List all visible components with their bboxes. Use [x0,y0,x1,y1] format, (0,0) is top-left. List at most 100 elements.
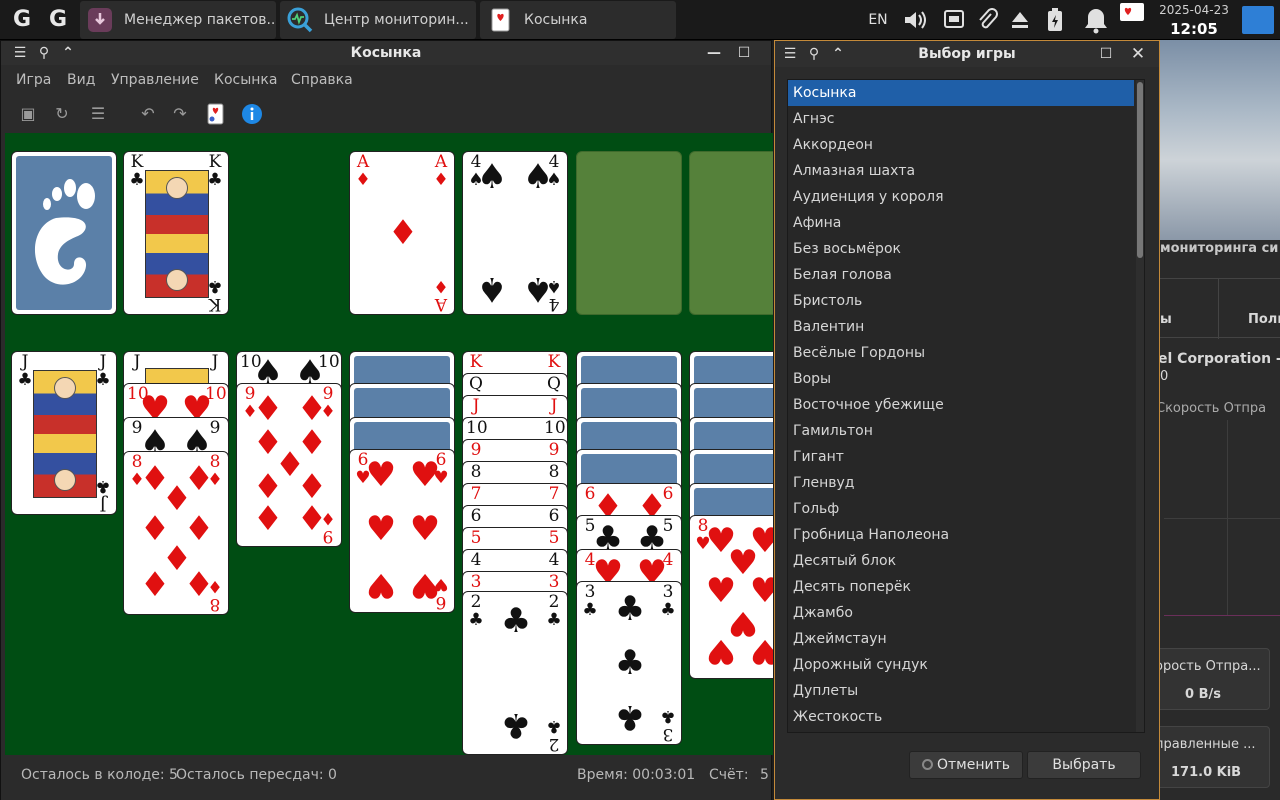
restart-icon[interactable]: ↻ [51,103,73,125]
suit-diamonds-icon: ♦ [433,276,449,296]
network-icon[interactable] [942,8,966,32]
card-two-clubs[interactable]: 2 ♣ 2 ♣ ♣ ♣ 2 ♣ [462,591,568,755]
game-list-item[interactable]: Джеймстаун [788,626,1134,652]
hint-card-icon[interactable] [205,103,227,125]
stock-pile[interactable] [11,151,117,315]
game-list-scrollbar[interactable] [1136,80,1144,732]
clock-time[interactable]: 12:05 [1157,20,1231,38]
card-jack-clubs[interactable]: J ♣ J ♣ J ♣ [11,351,117,515]
game-list-item[interactable]: Джамбо [788,600,1134,626]
minimize-icon[interactable]: — [705,44,723,62]
card-three-clubs[interactable]: 3 ♣ 3 ♣ ♣ ♣ ♣ 3 ♣ [576,581,682,745]
foundation-ace-diamonds[interactable]: A ♦ A ♦ ♦ A ♦ [349,151,455,315]
scrollbar-thumb[interactable] [1137,82,1143,258]
window-menu-icon[interactable]: ☰ [11,44,29,62]
column-header[interactable]: Полн [1248,312,1280,327]
game-list-item[interactable]: Дуплеты [788,678,1134,704]
close-icon[interactable]: ✕ [1129,45,1147,63]
window-menu-icon[interactable]: ☰ [781,45,799,63]
select-button[interactable]: Выбрать [1027,751,1141,779]
card-rank: J [472,396,480,416]
keep-above-icon[interactable]: ⌃ [59,44,77,62]
task-package-manager[interactable]: Менеджер пакетов... [80,1,276,39]
info-icon[interactable] [241,103,263,125]
elapsed-time-status: Время: 00:03:01 [577,767,696,783]
game-list-item[interactable]: Гольф [788,496,1134,522]
foundation-empty-slot[interactable] [689,151,773,315]
game-list-item[interactable]: Косынка [788,80,1134,106]
column-header[interactable]: ы [1160,312,1172,327]
task-solitaire[interactable]: Косынка [480,1,676,39]
game-list[interactable]: Косынка Агнэс Аккордеон Алмазная шахта А… [787,79,1145,733]
task-system-monitor[interactable]: Центр мониторин... [280,1,476,39]
foundation-empty-slot[interactable] [576,151,682,315]
game-list-item[interactable]: Десятый блок [788,548,1134,574]
pin-icon[interactable]: ⚲ [35,44,53,62]
card-king-clubs[interactable]: K ♣ K ♣ K ♣ [123,151,229,315]
cancel-button[interactable]: Отменить [909,751,1023,779]
game-list-item[interactable]: Аудиенция у короля [788,184,1134,210]
game-list-item[interactable]: Гамильтон [788,418,1134,444]
pin-icon[interactable]: ⚲ [805,45,823,63]
game-list-item[interactable]: Восточное убежище [788,392,1134,418]
show-desktop-button[interactable] [1242,6,1274,34]
suit-diamonds-icon: ♦ [207,576,223,596]
menu-help[interactable]: Справка [291,65,353,95]
dialog-title: Выбор игры [918,46,1016,62]
suit-clubs-icon: ♣ [95,476,111,496]
solitaire-card-icon [491,8,510,32]
game-list-item[interactable]: Дорожный сундук [788,652,1134,678]
solitaire-window: ☰ ⚲ ⌃ Косынка — ☐ Игра Вид Управление Ко… [0,40,773,800]
game-list-item[interactable]: Без восьмёрок [788,236,1134,262]
dialog-titlebar[interactable]: ☰ ⚲ ⌃ Выбор игры ☐ ✕ [775,41,1159,67]
solitaire-tray-icon[interactable] [1118,2,1146,22]
game-list-item[interactable]: Белая голова [788,262,1134,288]
upload-speed-card: орость Отпра... 0 B/s [1160,648,1270,710]
menu-view[interactable]: Вид [67,65,95,95]
game-list-item[interactable]: Десять поперёк [788,574,1134,600]
suit-hearts-icon: ♥ [409,455,441,495]
game-list-item[interactable]: Гробница Наполеона [788,522,1134,548]
new-game-icon[interactable]: ▣ [17,103,39,125]
menu-control[interactable]: Управление [111,65,199,95]
game-list-item[interactable]: Бристоль [788,288,1134,314]
card-nine-diamonds[interactable]: 9 ♦ 9 ♦ ♦ ♦ ♦ ♦ ♦ ♦ ♦ ♦ ♦ 9 ♦ [236,383,342,547]
suit-diamonds-icon: ♦ [355,170,371,190]
game-list-item[interactable]: Жестокость [788,704,1134,730]
game-table[interactable]: K ♣ K ♣ K ♣ A ♦ A ♦ ♦ A ♦ 4 ♠ 4 ♠ ♠ ♠ ♠ ♠ 4 ♠ [5,133,773,755]
game-list-item[interactable]: Гигант [788,444,1134,470]
workspace-icon[interactable]: G [42,4,74,36]
game-list-item[interactable]: Воры [788,366,1134,392]
game-list-item[interactable]: Аккордеон [788,132,1134,158]
volume-icon[interactable] [902,8,928,32]
game-list-item[interactable]: Алмазная шахта [788,158,1134,184]
card-eight-hearts[interactable]: 8♥ ♥ ♥ ♥ ♥ ♥ ♥ ♥ ♥ 8♥ [689,515,773,679]
game-list-item[interactable]: Весёлые Гордоны [788,340,1134,366]
foundation-four-spades[interactable]: 4 ♠ 4 ♠ ♠ ♠ ♠ ♠ 4 ♠ [462,151,568,315]
maximize-icon[interactable]: ☐ [1097,45,1115,63]
notifications-bell-icon[interactable] [1082,6,1110,34]
eject-icon[interactable] [1008,8,1032,32]
clip-icon[interactable] [976,8,998,32]
keyboard-layout[interactable]: EN [864,0,892,40]
game-list-item[interactable]: Агнэс [788,106,1134,132]
game-list-item[interactable]: Гленвуд [788,470,1134,496]
game-list-item[interactable]: Афина [788,210,1134,236]
menu-game[interactable]: Игра [16,65,51,95]
keep-above-icon[interactable]: ⌃ [829,45,847,63]
game-list-item[interactable]: Валентин [788,314,1134,340]
redo-icon[interactable]: ↷ [169,103,191,125]
suit-clubs-icon: ♣ [614,643,646,683]
menu-solitaire[interactable]: Косынка [214,65,277,95]
solitaire-titlebar[interactable]: ☰ ⚲ ⌃ Косынка — ☐ [1,41,771,65]
wallpaper-sky [1160,40,1280,240]
select-game-icon[interactable]: ☰ [87,103,109,125]
suit-clubs-icon: ♣ [468,610,484,630]
card-six-hearts[interactable]: 6 ♥ 6 ♥ ♥ ♥ ♥ ♥ ♥ ♥ 6 ♥ [349,449,455,613]
jack-face-art [33,370,97,498]
card-eight-diamonds[interactable]: 8 ♦ 8 ♦ ♦ ♦ ♦ ♦ ♦ ♦ ♦ ♦ 8 ♦ [123,451,229,615]
undo-icon[interactable]: ↶ [137,103,159,125]
battery-icon[interactable] [1044,7,1066,33]
app-menu-icon[interactable]: G [6,4,38,36]
maximize-icon[interactable]: ☐ [735,44,753,62]
